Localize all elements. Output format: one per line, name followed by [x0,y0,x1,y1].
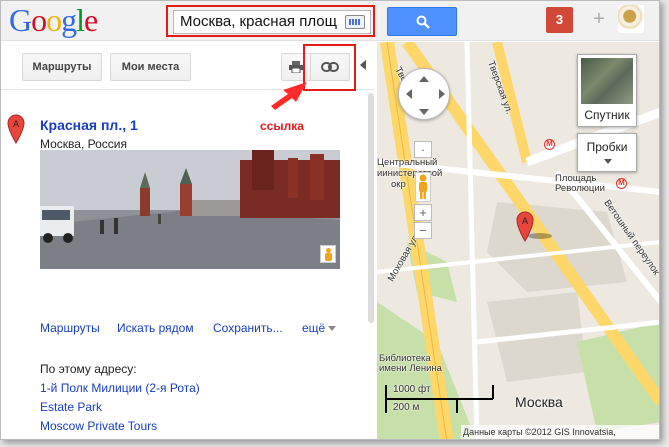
place-subtitle: Москва, Россия [40,137,127,151]
metro-icon[interactable]: M [544,139,555,150]
keyboard-icon[interactable] [345,15,365,29]
browser-window: Google Москва, красная площ 3 + Маршруты… [0,0,660,440]
red-pointer-arrow [271,82,307,110]
search-input[interactable]: Москва, красная площ [173,10,371,34]
google-header: Google Москва, красная площ 3 + [1,1,659,41]
action-more-label: ещё [302,321,326,335]
logo-letter: e [84,2,98,38]
zoom-in-button[interactable]: + [414,204,432,221]
address-link[interactable]: Moscow Private Tours [40,419,157,433]
zoom-out-button[interactable]: − [414,222,432,239]
printer-icon [289,61,303,74]
place-marker-icon: A [7,114,25,144]
action-save[interactable]: Сохранить... [213,321,283,335]
link-annotation: ссылка [260,119,304,133]
scale-bar: 1000 фт 200 м [385,381,495,417]
marker-letter: A [522,216,528,226]
address-link[interactable]: 1-й Полк Милиции (2-я Рота) [40,381,200,395]
zoom-control: · + − [414,141,432,239]
map-copyright[interactable]: Данные карты ©2012 GIS Innovatsia, [461,425,659,439]
metro-icon[interactable]: M [616,178,627,189]
pan-right-icon[interactable] [439,89,450,99]
pegman-icon[interactable] [415,172,431,202]
search-highlight-box: Москва, красная площ [166,5,375,37]
pan-down-icon[interactable] [419,109,429,120]
logo-letter: g [61,2,77,38]
action-routes[interactable]: Маршруты [40,321,100,335]
traffic-label: Пробки [586,140,628,154]
landmark-label: Революции [555,183,605,194]
chevron-down-icon [328,326,337,332]
pegman-figure [419,174,427,199]
satellite-toggle[interactable]: Спутник [577,54,637,127]
landmark-label: иинистерствой [377,168,443,179]
collapse-panel-icon[interactable] [360,60,366,70]
search-button[interactable] [387,7,457,36]
scale-ft-label: 1000 фт [393,384,431,395]
logo-letter: o [31,2,47,38]
routes-button[interactable]: Маршруты [22,53,102,81]
notification-count[interactable]: 3 [546,7,573,33]
logo-letter: o [46,2,62,38]
action-more[interactable]: ещё [302,321,337,335]
my-places-button[interactable]: Мои места [110,53,191,81]
landmark-label: окр [391,179,406,190]
satellite-thumbnail [581,58,633,104]
logo-letter: l [76,2,85,38]
street-view-photo[interactable] [40,150,340,269]
city-label: Москва [515,394,563,410]
logo-letter: G [9,2,32,38]
pan-control[interactable] [398,68,450,120]
traffic-toggle[interactable]: Пробки [577,133,637,172]
satellite-label: Спутник [584,108,630,122]
landmark-label: имени Ленина [379,363,442,374]
marker-letter: A [13,119,19,129]
pan-up-icon[interactable] [419,71,429,82]
street-view-image [40,150,340,269]
scale-m-label: 200 м [393,402,420,413]
address-link[interactable]: Estate Park [40,400,102,414]
place-title[interactable]: Красная пл., 1 [40,117,138,133]
link-highlight-box [303,44,356,91]
google-logo[interactable]: Google [9,2,98,38]
map-view[interactable]: Тверская Тверская ул. Центральный иинист… [377,42,659,439]
search-icon [416,15,430,29]
panel-toolbar: Маршруты Мои места [1,42,374,91]
zoom-location-button[interactable]: · [414,141,432,158]
panel-scrollbar[interactable] [368,93,374,323]
map-marker-icon[interactable]: A [516,210,556,242]
left-panel: Маршруты Мои места ссылка A Красная пл.,… [1,42,374,439]
share-plus-button[interactable]: + [586,7,612,33]
pan-left-icon[interactable] [401,89,412,99]
action-search-nearby[interactable]: Искать рядом [117,321,194,335]
avatar[interactable] [618,5,644,33]
chevron-down-icon [604,159,612,164]
address-heading: По этому адресу: [40,362,137,376]
pegman-icon[interactable] [320,245,336,263]
